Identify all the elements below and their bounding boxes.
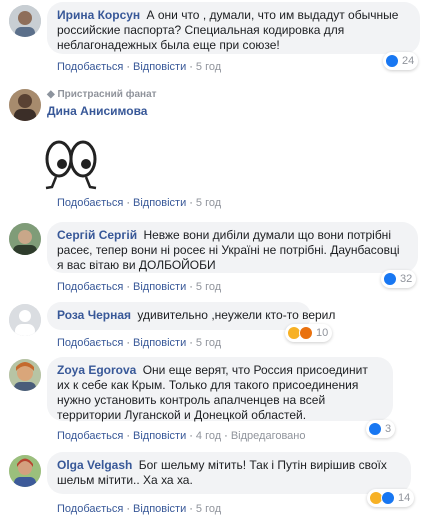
like-reaction-icon xyxy=(381,491,395,505)
comment-actions: Подобається · Відповісти · 5 год xyxy=(57,503,222,515)
avatar[interactable] xyxy=(9,304,41,336)
avatar[interactable] xyxy=(9,89,41,121)
comment-author[interactable]: Роза Черная xyxy=(57,308,131,322)
comment-actions: Подобається · Відповісти · 5 год xyxy=(57,281,222,293)
angry-reaction-icon xyxy=(299,326,313,340)
comment-time[interactable]: 5 год xyxy=(196,503,221,515)
avatar[interactable] xyxy=(9,359,41,391)
reply-button[interactable]: Відповісти xyxy=(133,503,186,515)
reply-button[interactable]: Відповісти xyxy=(133,430,186,442)
reaction-summary[interactable]: 3 xyxy=(366,420,396,438)
comment-time[interactable]: 5 год xyxy=(196,337,221,349)
reaction-summary[interactable]: 24 xyxy=(383,52,419,70)
reaction-summary[interactable]: 32 xyxy=(381,270,417,288)
comment-author[interactable]: Сергій Сергій xyxy=(57,228,137,242)
comment-time[interactable]: 4 год xyxy=(196,430,221,442)
reply-button[interactable]: Відповісти xyxy=(133,197,186,209)
comment-author[interactable]: Zoya Egorova xyxy=(57,363,136,377)
comment-bubble: Ирина Корсун А они что , думали, что им … xyxy=(47,2,420,54)
fan-badge: ◆ Пристрасний фанат xyxy=(47,89,157,100)
avatar[interactable] xyxy=(9,223,41,255)
comment-actions: Подобається · Відповісти · 5 год xyxy=(57,61,222,73)
like-reaction-icon xyxy=(385,54,399,68)
comment-time[interactable]: 5 год xyxy=(196,61,221,73)
like-button[interactable]: Подобається xyxy=(57,281,123,293)
comment-bubble: Zoya Egorova Они еще верят, что Россия п… xyxy=(47,357,393,422)
comment-bubble: Сергій Сергій Невже вони дибіли думали щ… xyxy=(47,222,418,273)
comment-author[interactable]: Ирина Корсун xyxy=(57,8,140,22)
like-button[interactable]: Подобається xyxy=(57,337,123,349)
comment-text: удивительно ,неужели кто-то верил xyxy=(137,308,336,322)
comment-actions: Подобається · Відповісти · 5 год xyxy=(57,337,222,349)
comment-time[interactable]: 5 год xyxy=(196,197,221,209)
comment-bubble: Роза Черная удивительно ,неужели кто-то … xyxy=(47,302,335,330)
edited-label: Відредаговано xyxy=(230,430,306,442)
like-button[interactable]: Подобається xyxy=(57,430,123,442)
reply-button[interactable]: Відповісти xyxy=(133,61,186,73)
sticker xyxy=(40,137,102,191)
reaction-summary[interactable]: 14 xyxy=(367,489,415,507)
comment-actions: Подобається · Відповісти · 5 год xyxy=(57,197,222,209)
like-button[interactable]: Подобається xyxy=(57,61,123,73)
like-reaction-icon xyxy=(368,422,382,436)
comment-author[interactable]: Дина Анисимова xyxy=(47,104,147,118)
like-button[interactable]: Подобається xyxy=(57,197,123,209)
like-button[interactable]: Подобається xyxy=(57,503,123,515)
diamond-icon: ◆ xyxy=(47,89,55,100)
comment-bubble: Olga Velgash Бог шельму мітить! Так і Пу… xyxy=(47,452,411,494)
reaction-summary[interactable]: 10 xyxy=(285,324,333,342)
comment-author[interactable]: Olga Velgash xyxy=(57,458,132,472)
comment-time[interactable]: 5 год xyxy=(196,281,221,293)
avatar[interactable] xyxy=(9,455,41,487)
reply-button[interactable]: Відповісти xyxy=(133,337,186,349)
like-reaction-icon xyxy=(383,272,397,286)
avatar[interactable] xyxy=(9,5,41,37)
comment-actions: Подобається · Відповісти · 4 год · Відредагова… xyxy=(57,430,306,442)
reply-button[interactable]: Відповісти xyxy=(133,281,186,293)
